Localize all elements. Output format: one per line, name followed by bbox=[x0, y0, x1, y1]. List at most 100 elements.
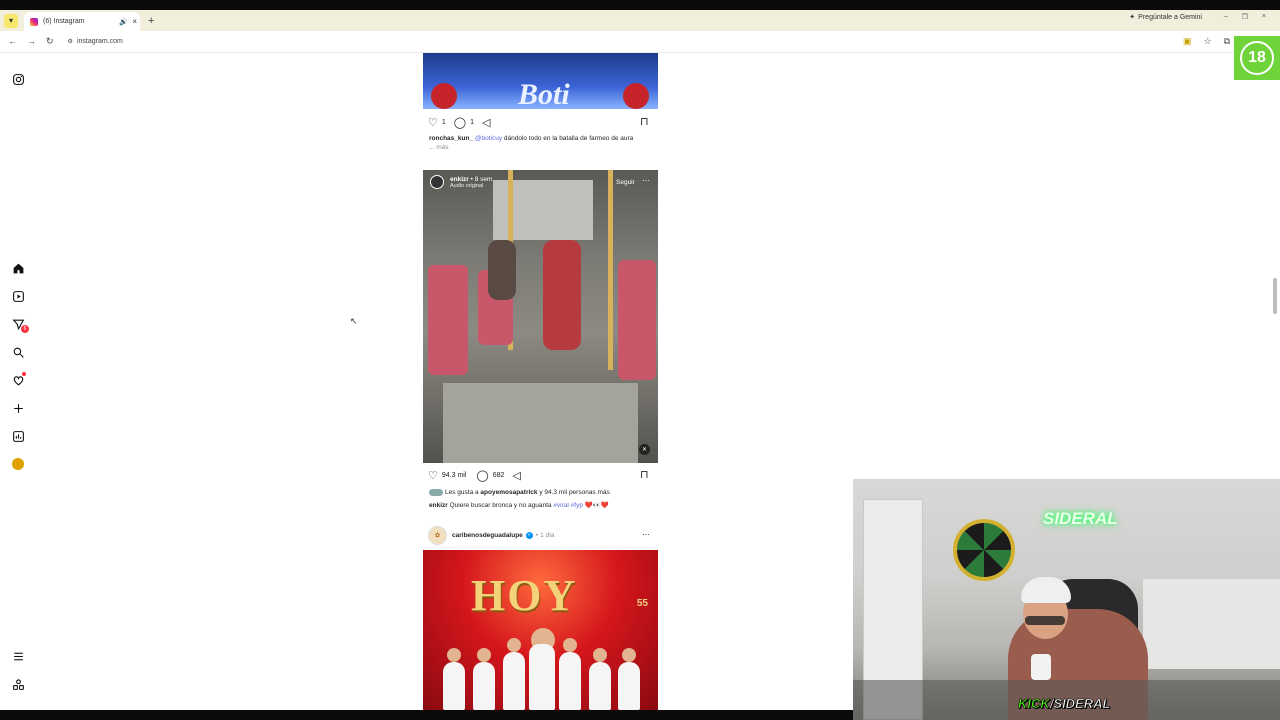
post2-caption-user[interactable]: enkizr bbox=[429, 502, 448, 509]
close-window-button[interactable]: × bbox=[1262, 13, 1266, 21]
gemini-button[interactable]: ✦ Pregúntale a Gemini bbox=[1129, 13, 1202, 22]
heart-icon[interactable] bbox=[11, 372, 26, 387]
poster-figure bbox=[593, 648, 607, 662]
maximize-button[interactable]: ❐ bbox=[1242, 13, 1248, 21]
microphone bbox=[1031, 654, 1051, 680]
post1-image[interactable]: Boti bbox=[423, 53, 658, 109]
back-arrow-icon[interactable]: ← bbox=[8, 36, 17, 47]
like-heart-icon[interactable]: ♡ bbox=[428, 469, 438, 482]
extensions-icon[interactable]: ⧉ bbox=[1224, 36, 1230, 47]
liked-by-prefix: Les gusta a bbox=[445, 489, 481, 496]
url-field[interactable]: ⚙ instagram.com bbox=[68, 38, 123, 45]
liked-by-avatars bbox=[429, 488, 443, 496]
home-icon[interactable] bbox=[11, 261, 25, 275]
dashboard-icon[interactable] bbox=[11, 429, 25, 443]
neon-sign: SIDERAL bbox=[1043, 509, 1118, 528]
gemini-icon: ✦ bbox=[1129, 14, 1136, 21]
stream-brand: KICK/SIDERAL bbox=[1018, 696, 1111, 712]
post2-comments: 682 bbox=[492, 472, 505, 479]
post1-likes: 1 bbox=[441, 119, 446, 126]
post2-time: 8 sem bbox=[474, 175, 493, 183]
post2-likes: 94.3 mil bbox=[441, 472, 467, 479]
poster-figure bbox=[473, 662, 495, 710]
nav-controls: ← → ↻ bbox=[8, 36, 54, 47]
meta-apps-icon[interactable] bbox=[11, 677, 25, 691]
post3-avatar[interactable]: ✿ bbox=[428, 526, 447, 545]
site-info-icon[interactable]: ⚙ bbox=[68, 38, 73, 45]
poster-figure bbox=[559, 652, 581, 710]
liked-by-user[interactable]: apoyemosapatrick bbox=[480, 489, 537, 496]
bookmark-star-icon[interactable]: ☆ bbox=[1203, 36, 1211, 47]
reels-icon[interactable] bbox=[11, 289, 25, 303]
post3-time: 1 día bbox=[540, 532, 555, 539]
prize-wheel bbox=[953, 519, 1015, 581]
poster-badge: 55 bbox=[636, 598, 648, 609]
speaker-icon[interactable]: 🔊 bbox=[119, 18, 128, 26]
comment-icon[interactable]: ◯ bbox=[476, 469, 488, 482]
post1-caption: ronchas_kun_ @boticuy dándolo todo en la… bbox=[429, 134, 654, 152]
webcam-overlay: SIDERAL KICK/SIDERAL bbox=[853, 479, 1280, 720]
poster-title: HOY bbox=[471, 571, 578, 620]
like-heart-icon[interactable]: ♡ bbox=[428, 116, 438, 129]
share-icon[interactable]: ◁ bbox=[512, 469, 520, 482]
follow-button[interactable]: Seguir bbox=[616, 179, 635, 186]
page-scrollbar[interactable] bbox=[1273, 278, 1277, 314]
post3-user[interactable]: caribenosdeguadalupe bbox=[452, 532, 523, 539]
tab-search-icon[interactable]: ▾ bbox=[4, 13, 18, 28]
create-plus-icon[interactable] bbox=[11, 401, 25, 415]
mute-icon[interactable]: ✕ bbox=[639, 444, 650, 455]
post2-avatar[interactable] bbox=[430, 175, 444, 189]
os-bottom-bar bbox=[0, 710, 853, 720]
post2-user[interactable]: enkizr bbox=[450, 176, 469, 183]
more-options-icon[interactable]: ⋯ bbox=[642, 530, 650, 539]
age-rating-badge: 18 bbox=[1234, 36, 1280, 80]
new-tab-button[interactable]: + bbox=[148, 15, 154, 27]
menu-hamburger-icon[interactable] bbox=[11, 649, 25, 663]
more-options-icon[interactable]: ⋯ bbox=[642, 176, 650, 185]
streamer bbox=[1021, 577, 1071, 603]
search-icon[interactable] bbox=[11, 345, 25, 359]
video-scene-person bbox=[543, 240, 581, 350]
poster-figure bbox=[443, 662, 465, 710]
url-text: instagram.com bbox=[76, 38, 123, 45]
post1-caption-user[interactable]: ronchas_kun_ bbox=[429, 135, 473, 142]
post1-caption-text: dándolo todo en la batalla de farmeo de … bbox=[502, 135, 634, 142]
post2-video[interactable] bbox=[423, 170, 658, 463]
browser-tab-strip: ▾ (6) Instagram 🔊 × + ✦ Pregúntale a Gem… bbox=[0, 10, 1280, 31]
brand-rest: /SIDERAL bbox=[1049, 696, 1111, 712]
messages-icon[interactable]: 6 bbox=[11, 317, 29, 333]
tab-title: (6) Instagram bbox=[43, 18, 85, 25]
post2-caption-tags[interactable]: #viral #fyp bbox=[553, 502, 583, 509]
post1-caption-tag[interactable]: @boticuy bbox=[475, 135, 502, 142]
reload-icon[interactable]: ↻ bbox=[46, 36, 54, 47]
image-shape bbox=[431, 83, 457, 109]
profile-avatar[interactable] bbox=[11, 457, 25, 471]
post2-actions: ♡ 94.3 mil ◯ 682 ◁ bbox=[428, 469, 521, 482]
tab-instagram[interactable]: (6) Instagram 🔊 × bbox=[24, 12, 140, 31]
forward-arrow-icon[interactable]: → bbox=[27, 36, 36, 47]
comment-icon[interactable]: ◯ bbox=[454, 116, 466, 129]
address-bar: ← → ↻ ⚙ instagram.com ▣ ☆ ⧉ bbox=[0, 31, 1280, 53]
video-scene-floor bbox=[443, 383, 638, 463]
save-bookmark-icon[interactable]: ⊓ bbox=[640, 115, 649, 128]
video-scene-seat bbox=[428, 265, 468, 375]
poster-figure bbox=[503, 652, 525, 710]
minimize-button[interactable]: – bbox=[1224, 13, 1228, 21]
post2-audio[interactable]: Audio original bbox=[450, 183, 492, 189]
post3-image[interactable]: HOY 55 bbox=[423, 550, 658, 710]
poster-figure bbox=[507, 638, 521, 652]
instagram-sidebar: 6 bbox=[0, 53, 36, 710]
post1-image-text: Boti bbox=[518, 78, 570, 109]
post1-more-link[interactable]: ... más bbox=[429, 144, 449, 151]
activity-dot bbox=[22, 372, 26, 376]
post1-comments: 1 bbox=[470, 119, 474, 126]
cast-icon[interactable]: ▣ bbox=[1183, 36, 1192, 47]
share-icon[interactable]: ◁ bbox=[482, 116, 490, 129]
poster-figure bbox=[618, 662, 640, 710]
post2-caption: Les gusta a apoyemosapatrick y 94.3 mil … bbox=[429, 488, 654, 510]
verified-badge-icon: ✓ bbox=[525, 532, 533, 539]
save-bookmark-icon[interactable]: ⊓ bbox=[640, 468, 649, 481]
tab-close-icon[interactable]: × bbox=[132, 17, 137, 26]
instagram-logo-icon[interactable] bbox=[11, 72, 25, 86]
webcam-scene bbox=[1143, 579, 1280, 669]
